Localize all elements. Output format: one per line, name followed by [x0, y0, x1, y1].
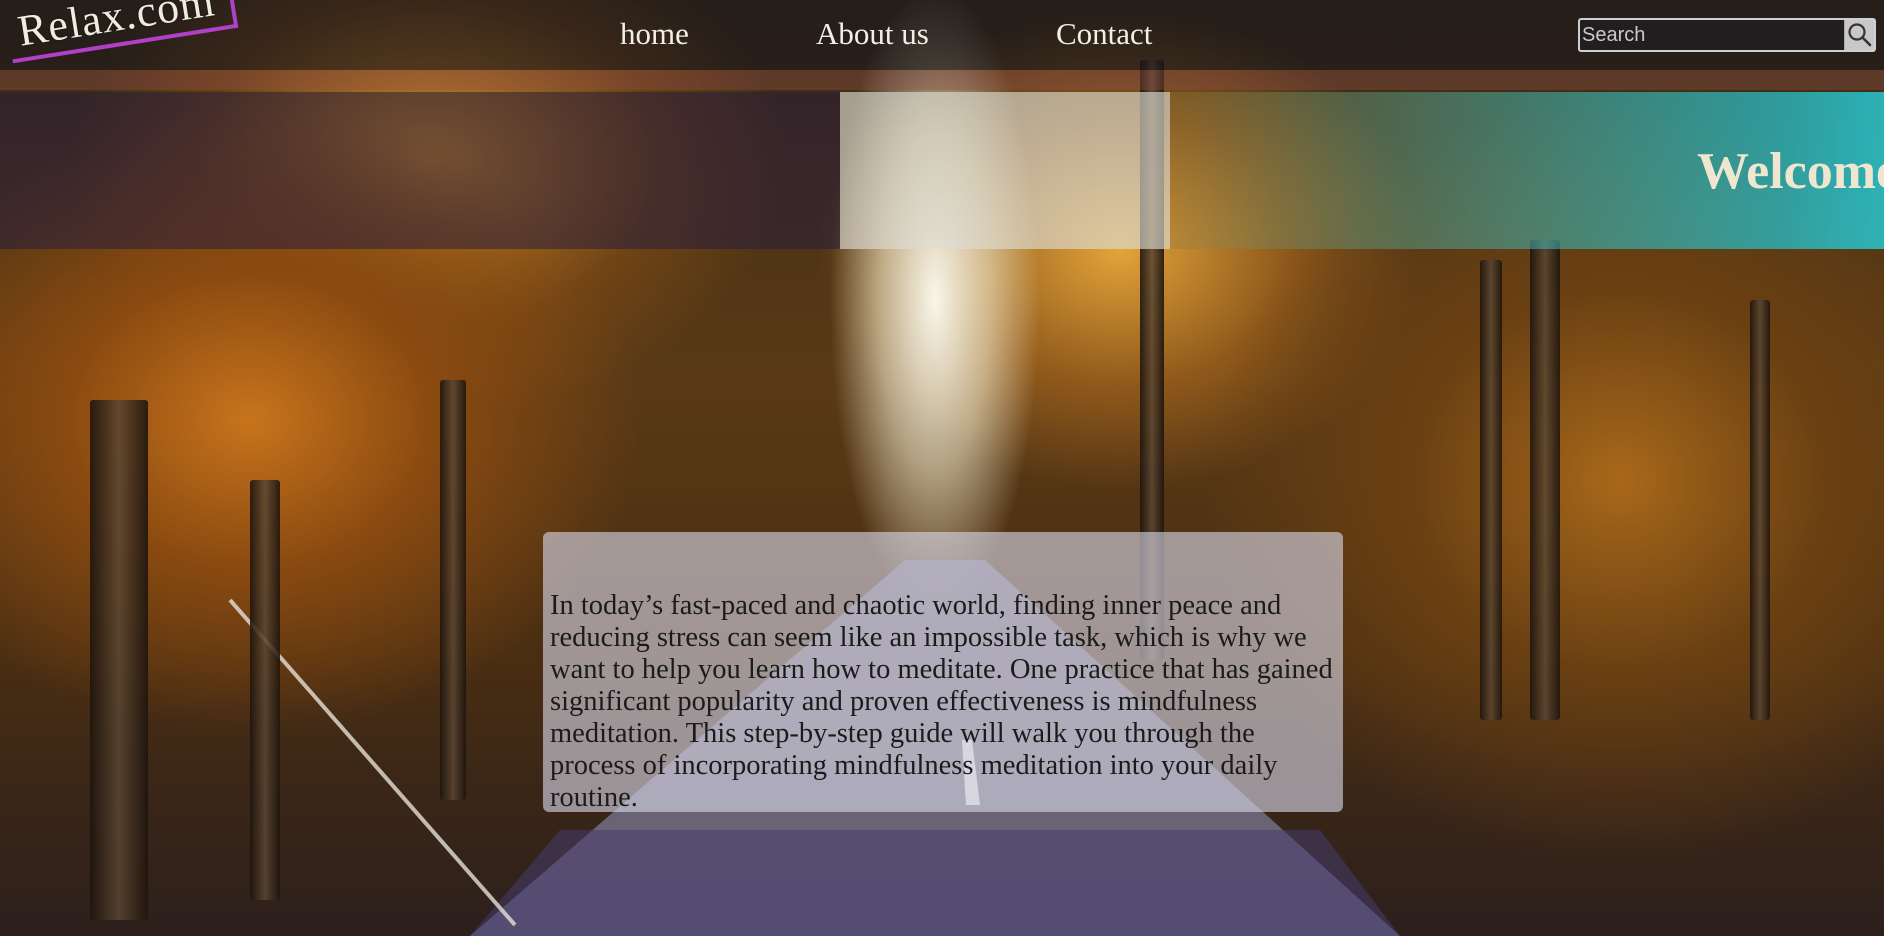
- header-accent-strip: [0, 70, 1884, 90]
- logo-text: Relax.com: [14, 0, 218, 56]
- page: Relax.com home About us Contact Welcome …: [0, 0, 1884, 936]
- road-shadow: [470, 830, 1400, 936]
- intro-paragraph: In today’s fast-paced and chaotic world,…: [550, 590, 1333, 813]
- search-icon: [1848, 23, 1872, 47]
- nav-link-home[interactable]: home: [620, 16, 689, 52]
- tree-trunk: [90, 400, 148, 920]
- tree-trunk: [1480, 260, 1502, 720]
- search-box: [1578, 18, 1876, 52]
- intro-card: In today’s fast-paced and chaotic world,…: [543, 532, 1343, 813]
- welcome-heading: Welcome: [1697, 143, 1884, 200]
- tree-trunk: [250, 480, 280, 900]
- tree-trunk: [1530, 240, 1560, 720]
- tree-trunk: [440, 380, 466, 800]
- search-button[interactable]: [1844, 20, 1874, 50]
- banner-center-panel: [840, 92, 1170, 249]
- banner-left-panel: [0, 92, 840, 249]
- search-input[interactable]: [1580, 20, 1844, 50]
- tree-trunk: [1750, 300, 1770, 720]
- nav-link-contact[interactable]: Contact: [1056, 16, 1152, 52]
- nav-link-about-us[interactable]: About us: [816, 16, 929, 52]
